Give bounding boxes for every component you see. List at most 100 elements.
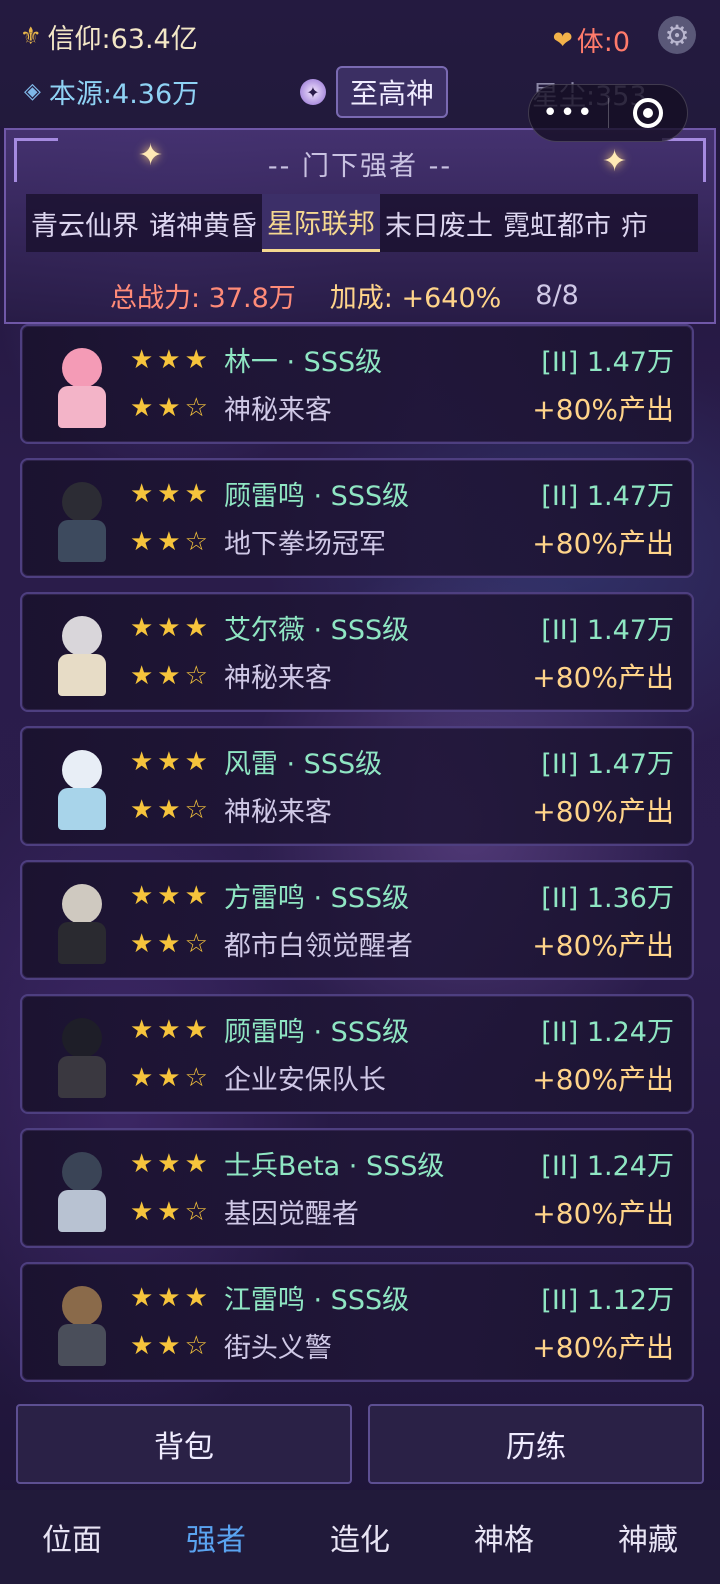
disciple-name: 林一 · SSS级 (223, 347, 383, 378)
bag-button[interactable]: 背包 (16, 1404, 352, 1484)
disciple-name: 艾尔薇 · SSS级 (223, 615, 410, 646)
avatar (46, 742, 118, 834)
disciples-panel-header: ✦ ✦ -- 门下强者 -- 青云仙界 诸神黄昏 星际联邦 末日废土 霓虹都市 … (4, 128, 716, 324)
disciple-bonus: +80%产出 (532, 1197, 674, 1230)
tab-partial[interactable]: 疖 (616, 194, 653, 252)
disciple-bonus: +80%产出 (532, 661, 674, 694)
faith-counter: ⚜ 信仰:63.4亿 (20, 17, 198, 56)
level-stars: ★★☆ (130, 1196, 212, 1227)
disciple-name: 风雷 · SSS级 (223, 749, 383, 780)
disciple-power: [II] 1.47万 (541, 481, 674, 512)
disciple-title: 基因觉醒者 (223, 1199, 359, 1230)
disciple-title: 街头义警 (223, 1333, 332, 1364)
avatar (46, 340, 118, 432)
disciple-power: [II] 1.36万 (541, 883, 674, 914)
panel-title: -- 门下强者 -- (267, 151, 453, 182)
nav-godhood[interactable]: 神格 (432, 1490, 576, 1584)
disciple-bonus: +80%产出 (532, 929, 674, 962)
disciple-power: [II] 1.47万 (541, 749, 674, 780)
disciple-power: [II] 1.47万 (541, 347, 674, 378)
avatar (46, 1144, 118, 1236)
disciple-title: 神秘来客 (223, 663, 332, 694)
level-stars: ★★☆ (130, 660, 212, 691)
disciple-name: 士兵Beta · SSS级 (223, 1151, 445, 1182)
disciple-power: [II] 1.12万 (541, 1285, 674, 1316)
disciple-card[interactable]: ★★★ 顾雷鸣 · SSS级 ★★☆ 企业安保队长 [II] 1.24万 +80%产… (20, 994, 694, 1114)
tab-qingyun[interactable]: 青云仙界 (26, 194, 144, 252)
nav-strong[interactable]: 强者 (144, 1490, 288, 1584)
tab-neon-city[interactable]: 霓虹都市 (498, 194, 616, 252)
origin-counter: ◈ 本源:4.36万 (24, 72, 199, 111)
disciple-bonus: +80%产出 (532, 393, 674, 426)
disciple-card[interactable]: ★★★ 江雷鸣 · SSS级 ★★☆ 街头义警 [II] 1.12万 +80%产出 (20, 1262, 694, 1382)
heart-icon: ❤ (552, 25, 573, 54)
disciple-title: 神秘来客 (223, 395, 332, 426)
rarity-stars: ★★★ (130, 1148, 212, 1179)
rarity-stars: ★★★ (130, 1014, 212, 1045)
disciple-title: 地下拳场冠军 (223, 529, 386, 560)
miniprogram-capsule: ••• (528, 84, 688, 142)
total-power: 总战力: 37.8万 (110, 283, 296, 314)
nav-plane[interactable]: 位面 (0, 1490, 144, 1584)
gear-icon[interactable]: ⚙ (658, 16, 696, 54)
tab-twilight[interactable]: 诸神黄昏 (144, 194, 262, 252)
disciple-card[interactable]: ★★★ 顾雷鸣 · SSS级 ★★☆ 地下拳场冠军 [II] 1.47万 +80%产… (20, 458, 694, 578)
avatar (46, 1010, 118, 1102)
rarity-stars: ★★★ (130, 478, 212, 509)
total-bonus: 加成: +640% (329, 283, 502, 314)
disciple-name: 顾雷鸣 · SSS级 (223, 1017, 410, 1048)
disciple-count: 8/8 (535, 280, 579, 311)
avatar (46, 474, 118, 566)
disciple-bonus: +80%产出 (532, 1331, 674, 1364)
target-icon (632, 98, 663, 128)
origin-label: 本源:4.36万 (48, 79, 200, 110)
level-stars: ★★☆ (130, 392, 212, 423)
god-rank: ✦ 至高神 (300, 66, 449, 118)
avatar (46, 1278, 118, 1370)
train-button[interactable]: 历练 (368, 1404, 704, 1484)
panel-stats: 总战力: 37.8万 加成: +640% 8/8 (110, 276, 579, 315)
origin-icon: ◈ (24, 79, 41, 104)
action-bar: 背包 历练 (16, 1404, 704, 1484)
disciple-card[interactable]: ★★★ 方雷鸣 · SSS级 ★★☆ 都市白领觉醒者 [II] 1.36万 +80%… (20, 860, 694, 980)
disciple-title: 企业安保队长 (223, 1065, 386, 1096)
level-stars: ★★☆ (130, 526, 212, 557)
disciple-power: [II] 1.24万 (541, 1151, 674, 1182)
avatar (46, 876, 118, 968)
rarity-stars: ★★★ (130, 746, 212, 777)
divine-orb-icon: ✦ (300, 79, 326, 105)
disciple-bonus: +80%产出 (532, 1063, 674, 1096)
god-rank-button[interactable]: 至高神 (336, 66, 449, 118)
avatar (46, 608, 118, 700)
level-stars: ★★☆ (130, 1330, 212, 1361)
disciple-card[interactable]: ★★★ 士兵Beta · SSS级 ★★☆ 基因觉醒者 [II] 1.24万 +80… (20, 1128, 694, 1248)
disciple-card[interactable]: ★★★ 艾尔薇 · SSS级 ★★☆ 神秘来客 [II] 1.47万 +80%产出 (20, 592, 694, 712)
more-menu-button[interactable]: ••• (529, 98, 608, 128)
disciple-title: 都市白领觉醒者 (223, 931, 413, 962)
level-stars: ★★☆ (130, 1062, 212, 1093)
tab-federation[interactable]: 星际联邦 (262, 194, 380, 252)
rarity-stars: ★★★ (130, 1282, 212, 1313)
rarity-stars: ★★★ (130, 344, 212, 375)
close-target-button[interactable] (609, 98, 687, 128)
disciple-bonus: +80%产出 (532, 795, 674, 828)
disciple-name: 方雷鸣 · SSS级 (223, 883, 410, 914)
nav-treasury[interactable]: 神藏 (576, 1490, 720, 1584)
disciple-bonus: +80%产出 (532, 527, 674, 560)
tab-wasteland[interactable]: 末日废土 (380, 194, 498, 252)
level-stars: ★★☆ (130, 794, 212, 825)
faith-label: 信仰:63.4亿 (47, 23, 198, 55)
rarity-stars: ★★★ (130, 612, 212, 643)
world-tabs: 青云仙界 诸神黄昏 星际联邦 末日废土 霓虹都市 疖 (26, 194, 698, 252)
disciple-card[interactable]: ★★★ 林一 · SSS级 ★★☆ 神秘来客 [II] 1.47万 +80%产出 (20, 324, 694, 444)
stamina-label: 体:0 (576, 27, 630, 58)
disciple-name: 顾雷鸣 · SSS级 (223, 481, 410, 512)
faith-icon: ⚜ (20, 22, 42, 50)
disciple-card[interactable]: ★★★ 风雷 · SSS级 ★★☆ 神秘来客 [II] 1.47万 +80%产出 (20, 726, 694, 846)
bottom-nav: 位面 强者 造化 神格 神藏 (0, 1490, 720, 1584)
disciple-power: [II] 1.24万 (541, 1017, 674, 1048)
disciple-title: 神秘来客 (223, 797, 332, 828)
stamina-counter: ❤ 体:0 (553, 20, 630, 59)
disciple-name: 江雷鸣 · SSS级 (223, 1285, 410, 1316)
nav-creation[interactable]: 造化 (288, 1490, 432, 1584)
